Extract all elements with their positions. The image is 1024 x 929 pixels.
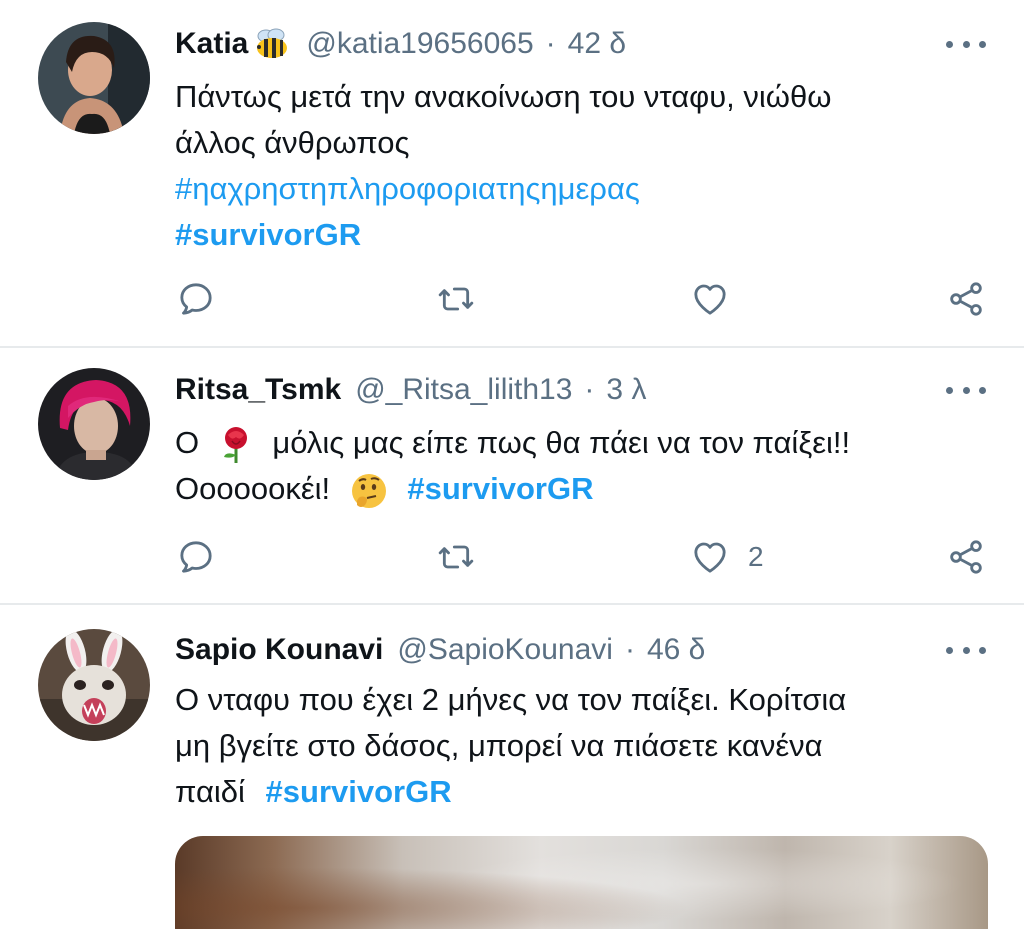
tweet-text: Ο μόλις μας είπε πως θα πάει να τον παίξ… bbox=[175, 420, 985, 512]
hashtag-link[interactable]: #survivorGR bbox=[407, 471, 593, 506]
tweet-word: παιδί bbox=[175, 774, 245, 809]
bee-emoji bbox=[257, 28, 288, 58]
retweet-icon bbox=[438, 545, 474, 569]
reply-icon bbox=[180, 283, 212, 315]
display-name[interactable]: Ritsa_Tsmk bbox=[175, 370, 341, 410]
avatar[interactable] bbox=[38, 368, 150, 480]
reply-icon bbox=[180, 541, 212, 573]
reply-button[interactable] bbox=[176, 279, 216, 319]
timestamp[interactable]: 3 λ bbox=[606, 370, 646, 410]
tweet-line: παιδί #survivorGR bbox=[175, 769, 985, 815]
tweet-word: μόλις μας είπε πως θα πάει να τον παίξει… bbox=[272, 425, 851, 460]
tweet-line: Ο νταφυ που έχει 2 μήνες να τον παίξει. … bbox=[175, 682, 847, 717]
tweet-header: Ritsa_Tsmk @_Ritsa_lilith13 · 3 λ bbox=[175, 370, 646, 410]
share-button[interactable] bbox=[946, 279, 986, 319]
hashtag-link[interactable]: #ηαχρηστηπληροφοριατηςημερας bbox=[175, 166, 985, 212]
share-icon bbox=[950, 540, 982, 574]
tweet-media-image[interactable] bbox=[175, 836, 988, 929]
tweet-word: Ο bbox=[175, 425, 200, 460]
tweet-feed: Katia @katia19656065 · 42 δ Πάντως μετά … bbox=[0, 0, 1024, 929]
separator-dot: · bbox=[584, 373, 595, 406]
tweet-line: Ο μόλις μας είπε πως θα πάει να τον παίξ… bbox=[175, 420, 985, 466]
share-icon bbox=[950, 282, 982, 316]
heart-icon bbox=[694, 542, 726, 573]
tweet-word: Οοοοοοκέι! bbox=[175, 471, 331, 506]
hashtag-link[interactable]: #survivorGR bbox=[266, 774, 452, 809]
retweet-button[interactable] bbox=[436, 279, 476, 319]
retweet-icon bbox=[438, 287, 474, 311]
tweet-line: μη βγείτε στο δάσος, μπορεί να πιάσετε κ… bbox=[175, 728, 823, 763]
tweet-line: άλλος άνθρωπος bbox=[175, 125, 410, 160]
tweet-ritsa[interactable]: Ritsa_Tsmk @_Ritsa_lilith13 · 3 λ Ο μόλι… bbox=[0, 348, 1024, 603]
tweet-actions bbox=[0, 279, 1024, 319]
display-name[interactable]: Sapio Kounavi bbox=[175, 630, 383, 670]
separator-dot: · bbox=[545, 27, 556, 60]
tweet-line: Οοοοοοκέι! #survivorGR bbox=[175, 466, 985, 512]
tweet-actions: 2 bbox=[0, 537, 1024, 577]
tweet-katia[interactable]: Katia @katia19656065 · 42 δ Πάντως μετά … bbox=[0, 0, 1024, 345]
separator-dot: · bbox=[624, 633, 635, 666]
user-handle[interactable]: @SapioKounavi bbox=[397, 630, 613, 670]
avatar[interactable] bbox=[38, 22, 150, 134]
share-button[interactable] bbox=[946, 537, 986, 577]
like-button[interactable] bbox=[690, 279, 748, 319]
thinking-face-emoji bbox=[351, 473, 386, 508]
like-button[interactable]: 2 bbox=[690, 537, 764, 577]
retweet-button[interactable] bbox=[436, 537, 476, 577]
hashtag-link[interactable]: #survivorGR bbox=[175, 212, 985, 258]
tweet-header: Katia @katia19656065 · 42 δ bbox=[175, 24, 626, 64]
user-handle[interactable]: @_Ritsa_lilith13 bbox=[355, 370, 572, 410]
like-count: 2 bbox=[748, 541, 764, 572]
tweet-header: Sapio Kounavi @SapioKounavi · 46 δ bbox=[175, 630, 705, 670]
display-name[interactable]: Katia bbox=[175, 24, 248, 64]
rose-emoji bbox=[223, 426, 247, 463]
more-icon[interactable] bbox=[946, 380, 986, 400]
timestamp[interactable]: 42 δ bbox=[568, 24, 626, 64]
reply-button[interactable] bbox=[176, 537, 216, 577]
heart-icon bbox=[694, 284, 726, 315]
timestamp[interactable]: 46 δ bbox=[647, 630, 705, 670]
more-icon[interactable] bbox=[946, 34, 986, 54]
avatar[interactable] bbox=[38, 629, 150, 741]
user-handle[interactable]: @katia19656065 bbox=[306, 24, 533, 64]
tweet-line: Πάντως μετά την ανακοίνωση του νταφυ, νι… bbox=[175, 79, 832, 114]
tweet-text: Ο νταφυ που έχει 2 μήνες να τον παίξει. … bbox=[175, 677, 985, 815]
tweet-text: Πάντως μετά την ανακοίνωση του νταφυ, νι… bbox=[175, 74, 985, 258]
more-icon[interactable] bbox=[946, 640, 986, 660]
